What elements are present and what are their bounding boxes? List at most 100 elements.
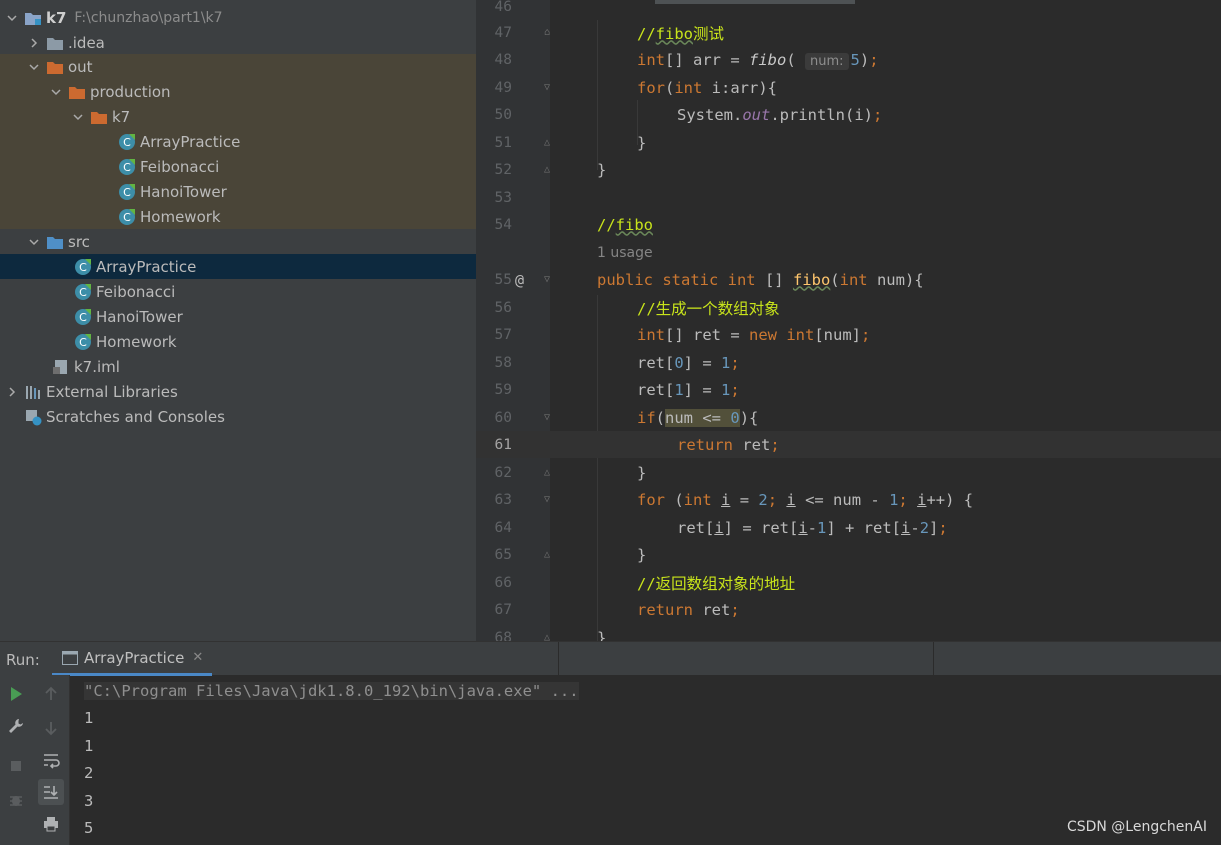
project-tool-window: k7 F:\chunzhao\part1\k7 .idea out produc… bbox=[0, 0, 476, 641]
debug-button[interactable] bbox=[3, 787, 29, 813]
close-icon[interactable]: ✕ bbox=[192, 650, 203, 665]
chevron-down-icon[interactable] bbox=[26, 234, 42, 250]
tree-item-src-class[interactable]: C Homework bbox=[0, 329, 476, 354]
line-number: 60 bbox=[494, 409, 512, 426]
scroll-up-button[interactable] bbox=[38, 681, 64, 707]
code-line[interactable]: 50 System.out.println(i); bbox=[476, 101, 1221, 128]
code-line[interactable]: 56 //生成一个数组对象 bbox=[476, 294, 1221, 321]
code-line[interactable]: 51 △ } bbox=[476, 129, 1221, 156]
console-line: 5 bbox=[84, 818, 94, 837]
run-toolbar-secondary bbox=[32, 675, 70, 845]
tree-item-label: Scratches and Consoles bbox=[46, 407, 225, 426]
chevron-right-icon[interactable] bbox=[26, 35, 42, 51]
fold-marker-icon[interactable]: ▽ bbox=[544, 274, 556, 286]
code-line[interactable]: 59 ret[1] = 1; bbox=[476, 376, 1221, 403]
tree-item-src-class[interactable]: C Feibonacci bbox=[0, 279, 476, 304]
stop-button[interactable] bbox=[3, 753, 29, 779]
tree-root-k7[interactable]: k7 F:\chunzhao\part1\k7 bbox=[0, 5, 476, 30]
code-line[interactable]: 49 ▽ for(int i:arr){ bbox=[476, 74, 1221, 101]
modify-run-config-button[interactable] bbox=[3, 713, 29, 739]
usage-hint[interactable]: 1 usage bbox=[597, 245, 653, 261]
tree-item-out-class[interactable]: C Homework bbox=[0, 204, 476, 229]
code-text: int[] arr = fibo( num: 5); bbox=[637, 50, 879, 70]
code-line[interactable]: 57 int[] ret = new int[num]; bbox=[476, 321, 1221, 348]
code-vision-line[interactable]: 1 usage bbox=[476, 239, 1221, 266]
fold-marker-icon[interactable]: △ bbox=[544, 549, 556, 561]
fold-marker-icon[interactable]: ▽ bbox=[544, 412, 556, 424]
tree-item-src-class-selected[interactable]: C ArrayPractice bbox=[0, 254, 476, 279]
code-line[interactable]: 54 //fibo bbox=[476, 211, 1221, 238]
code-editor[interactable]: 46 47 ⌂ //fibo测试 48 int[] arr = fibo( nu… bbox=[476, 0, 1221, 641]
tree-item-out-class[interactable]: C ArrayPractice bbox=[0, 129, 476, 154]
code-line[interactable]: 48 int[] arr = fibo( num: 5); bbox=[476, 46, 1221, 73]
tree-item-src[interactable]: src bbox=[0, 229, 476, 254]
tree-item-external-libraries[interactable]: External Libraries bbox=[0, 379, 476, 404]
tree-item-label: Feibonacci bbox=[96, 282, 176, 301]
module-folder-icon bbox=[24, 9, 42, 27]
code-text: if(num <= 0){ bbox=[637, 408, 759, 427]
chevron-down-icon[interactable] bbox=[4, 10, 20, 26]
code-line[interactable]: 52 △ } bbox=[476, 156, 1221, 183]
console-output[interactable]: "C:\Program Files\Java\jdk1.8.0_192\bin\… bbox=[70, 675, 1221, 845]
print-button[interactable] bbox=[38, 811, 64, 837]
tree-item-out-class[interactable]: C Feibonacci bbox=[0, 154, 476, 179]
code-line[interactable]: 66 //返回数组对象的地址 bbox=[476, 569, 1221, 596]
code-line[interactable]: 47 ⌂ //fibo测试 bbox=[476, 19, 1221, 46]
code-line[interactable]: 64 ret[i] = ret[i-1] + ret[i-2]; bbox=[476, 514, 1221, 541]
code-comment: //返回数组对象的地址 bbox=[637, 574, 796, 593]
soft-wrap-button[interactable] bbox=[38, 747, 64, 773]
tree-item-out[interactable]: out bbox=[0, 54, 476, 79]
excluded-folder-icon bbox=[46, 58, 64, 76]
svg-text:C: C bbox=[79, 286, 87, 299]
rerun-button[interactable] bbox=[3, 681, 29, 707]
line-number: 54 bbox=[494, 216, 512, 233]
code-line[interactable]: 62 △ } bbox=[476, 459, 1221, 486]
tree-item-iml[interactable]: k7.iml bbox=[0, 354, 476, 379]
code-line[interactable]: 68 △ } bbox=[476, 624, 1221, 642]
scroll-down-button[interactable] bbox=[38, 715, 64, 741]
chevron-down-icon[interactable] bbox=[26, 59, 42, 75]
code-line[interactable]: 63 ▽ for (int i = 2; i <= num - 1; i++) … bbox=[476, 486, 1221, 513]
chevron-right-icon[interactable] bbox=[4, 384, 20, 400]
line-number: 59 bbox=[494, 381, 512, 398]
bug-icon bbox=[10, 796, 22, 806]
fold-marker-icon[interactable]: △ bbox=[544, 467, 556, 479]
code-line[interactable]: 58 ret[0] = 1; bbox=[476, 349, 1221, 376]
chevron-down-icon[interactable] bbox=[48, 84, 64, 100]
fold-marker-icon[interactable]: ⌂ bbox=[544, 27, 556, 39]
override-marker-icon[interactable]: @ bbox=[515, 271, 524, 289]
code-line[interactable]: 65 △ } bbox=[476, 541, 1221, 568]
tree-item-label: ArrayPractice bbox=[140, 132, 241, 151]
code-line[interactable]: 60 ▽ if(num <= 0){ bbox=[476, 404, 1221, 431]
scroll-to-end-button[interactable] bbox=[38, 779, 64, 805]
fold-marker-icon[interactable]: △ bbox=[544, 632, 556, 642]
code-line[interactable]: 67 return ret; bbox=[476, 596, 1221, 623]
tree-item-out-k7[interactable]: k7 bbox=[0, 104, 476, 129]
code-line[interactable]: 53 bbox=[476, 184, 1221, 211]
svg-text:C: C bbox=[123, 211, 131, 224]
excluded-folder-icon bbox=[68, 83, 86, 101]
tree-item-idea[interactable]: .idea bbox=[0, 30, 476, 55]
line-number: 56 bbox=[494, 299, 512, 316]
java-class-icon: C bbox=[118, 183, 136, 201]
run-tab-arraypractice[interactable]: ArrayPractice ✕ bbox=[52, 642, 212, 676]
line-number: 52 bbox=[494, 161, 512, 178]
console-line: 3 bbox=[84, 791, 94, 810]
tree-item-out-class[interactable]: C HanoiTower bbox=[0, 179, 476, 204]
code-line[interactable]: 55 @ ▽ public static int [] fibo(int num… bbox=[476, 266, 1221, 293]
chevron-down-icon[interactable] bbox=[70, 109, 86, 125]
fold-marker-icon[interactable]: △ bbox=[544, 164, 556, 176]
line-number: 50 bbox=[494, 106, 512, 123]
fold-marker-icon[interactable]: △ bbox=[544, 137, 556, 149]
libraries-icon bbox=[24, 383, 42, 401]
fold-marker-icon[interactable]: ▽ bbox=[544, 82, 556, 94]
line-number: 58 bbox=[494, 354, 512, 371]
java-class-icon: C bbox=[74, 333, 92, 351]
code-line[interactable]: 46 bbox=[476, 0, 1221, 20]
tree-item-src-class[interactable]: C HanoiTower bbox=[0, 304, 476, 329]
parameter-hint: num: bbox=[805, 52, 849, 70]
fold-marker-icon[interactable]: ▽ bbox=[544, 494, 556, 506]
code-line-current[interactable]: 61 return ret; bbox=[476, 431, 1221, 458]
tree-item-scratches[interactable]: Scratches and Consoles bbox=[0, 404, 476, 429]
tree-item-production[interactable]: production bbox=[0, 79, 476, 104]
